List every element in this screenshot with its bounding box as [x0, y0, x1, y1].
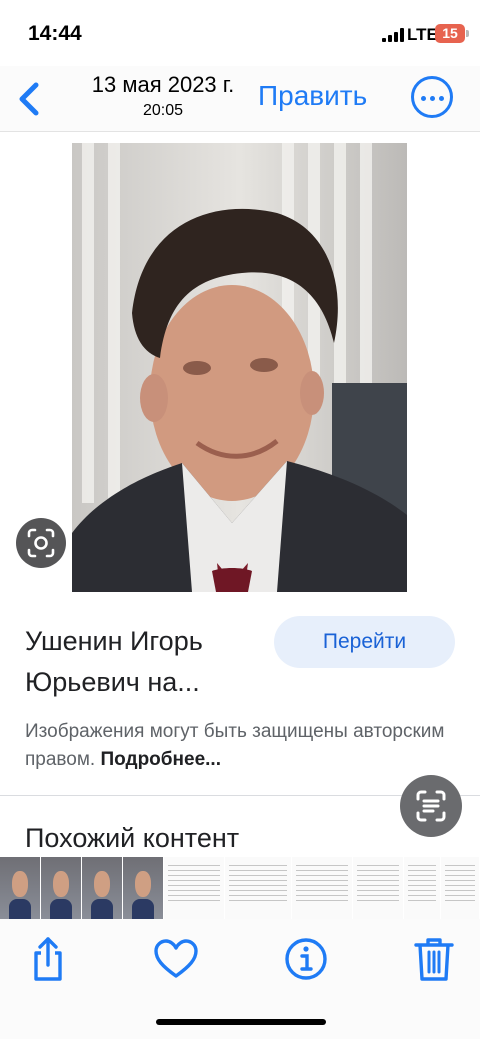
bottom-toolbar	[0, 919, 480, 1039]
chevron-left-icon	[19, 82, 39, 116]
home-indicator	[156, 1019, 326, 1025]
delete-button[interactable]	[410, 935, 458, 983]
photo-date: 13 мая 2023 г.	[91, 72, 235, 97]
lens-icon	[27, 528, 55, 558]
network-type: LTE	[407, 25, 438, 44]
thumbnail-strip[interactable]	[0, 857, 480, 919]
edit-button[interactable]: Править	[258, 80, 367, 112]
info-button[interactable]	[282, 935, 330, 983]
thumbnail[interactable]	[353, 857, 403, 919]
thumbnail[interactable]	[82, 857, 122, 919]
thumbnail[interactable]	[0, 857, 40, 919]
back-button[interactable]	[14, 79, 44, 119]
photo-area	[0, 133, 480, 592]
similar-content-heading: Похожий контент	[25, 823, 240, 853]
visual-lookup-button[interactable]	[16, 518, 66, 568]
signal-icon	[382, 28, 404, 42]
photo-time: 20:05	[142, 102, 184, 119]
heart-icon	[154, 939, 198, 978]
thumbnail[interactable]	[225, 857, 291, 919]
share-icon	[34, 937, 62, 981]
live-text-button[interactable]	[400, 775, 462, 837]
favorite-button[interactable]	[152, 935, 200, 983]
thumbnail[interactable]	[123, 857, 163, 919]
text-scan-icon	[416, 790, 446, 822]
thumbnail[interactable]	[41, 857, 81, 919]
learn-more-link[interactable]: Подробнее...	[101, 749, 221, 770]
photo-detail: Ушенин Игорь Юрьевич на... Перейти Изобр…	[0, 133, 480, 857]
more-button[interactable]	[411, 76, 453, 118]
thumbnail[interactable]	[164, 857, 224, 919]
nav-bar: 13 мая 2023 г. 20:05 Править	[0, 66, 480, 132]
battery-icon: 15	[435, 24, 469, 43]
status-bar: 14:44 LTE 15	[0, 0, 480, 66]
goto-button[interactable]: Перейти	[274, 616, 455, 668]
result-title[interactable]: Ушенин Игорь Юрьевич на...	[25, 621, 265, 703]
copyright-text: Изображения могут быть защищены авторски…	[25, 721, 445, 770]
thumbnail[interactable]	[404, 857, 440, 919]
share-button[interactable]	[24, 935, 72, 983]
portrait-image	[72, 143, 407, 592]
status-time: 14:44	[28, 22, 82, 45]
trash-icon	[414, 938, 454, 981]
portrait-photo[interactable]	[72, 143, 407, 592]
thumbnail[interactable]	[441, 857, 479, 919]
info-icon	[285, 938, 327, 980]
thumbnail[interactable]	[292, 857, 352, 919]
copyright-notice: Изображения могут быть защищены авторски…	[25, 718, 445, 774]
